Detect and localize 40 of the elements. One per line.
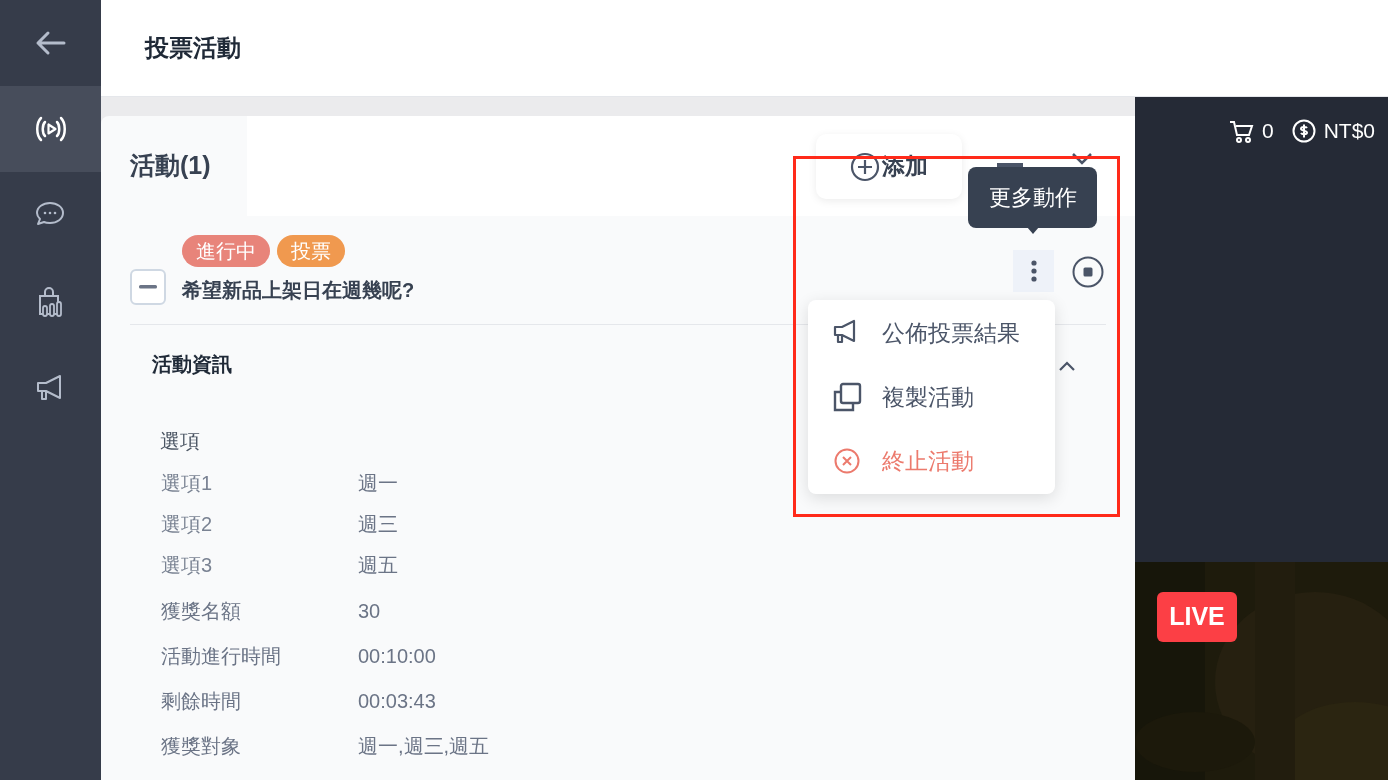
minus-icon [139, 285, 157, 289]
field-value: 週三 [358, 512, 398, 537]
field-label: 活動進行時間 [161, 644, 282, 669]
field-label: 選項2 [161, 512, 214, 537]
chevron-down-icon[interactable] [1071, 152, 1093, 166]
status-tag: 進行中 [182, 235, 270, 267]
copy-icon [832, 382, 862, 412]
field-label: 剩餘時間 [161, 689, 242, 714]
activity-question: 希望新品上架日在週幾呢? [182, 278, 415, 303]
field-label: 獲獎對象 [161, 734, 242, 759]
sidebar-item[interactable] [0, 86, 101, 172]
coin-icon[interactable] [1291, 118, 1316, 143]
section-title: 活動資訊 [152, 352, 232, 377]
collapse-checkbox[interactable] [130, 269, 166, 305]
menu-item[interactable]: 公佈投票結果 [832, 307, 1055, 359]
plus-circle-icon [850, 151, 880, 182]
options-label: 選項 [160, 429, 200, 454]
close-circle-icon [832, 446, 862, 476]
live-badge: LIVE [1157, 592, 1237, 642]
field-value: 00:03:43 [358, 689, 436, 714]
field-label: 選項3 [161, 553, 214, 578]
status-tag: 投票 [277, 235, 345, 267]
field-value: 週五 [358, 553, 398, 578]
chevron-up-icon[interactable] [1058, 360, 1076, 372]
field-value: 週一 [358, 471, 398, 496]
broadcast-icon [33, 114, 68, 144]
page-title: 投票活動 [145, 33, 241, 63]
more-vertical-icon [1030, 260, 1037, 282]
field-value: 30 [358, 599, 381, 624]
field-label: 獲獎名額 [161, 599, 242, 624]
more-button[interactable] [1013, 250, 1054, 292]
field-value: 週一,週三,週五 [358, 734, 490, 759]
stop-icon[interactable] [1072, 256, 1104, 288]
tooltip-text: 更多動作 [988, 184, 1077, 212]
panel-title: 活動(1) [130, 150, 211, 182]
field-value: 00:10:00 [358, 644, 436, 669]
cart-count: 0 [1261, 118, 1274, 144]
menu-item[interactable]: 複製活動 [832, 371, 1055, 423]
balance-amount: NT$0 [1323, 118, 1375, 144]
field-label: 選項1 [161, 471, 214, 496]
